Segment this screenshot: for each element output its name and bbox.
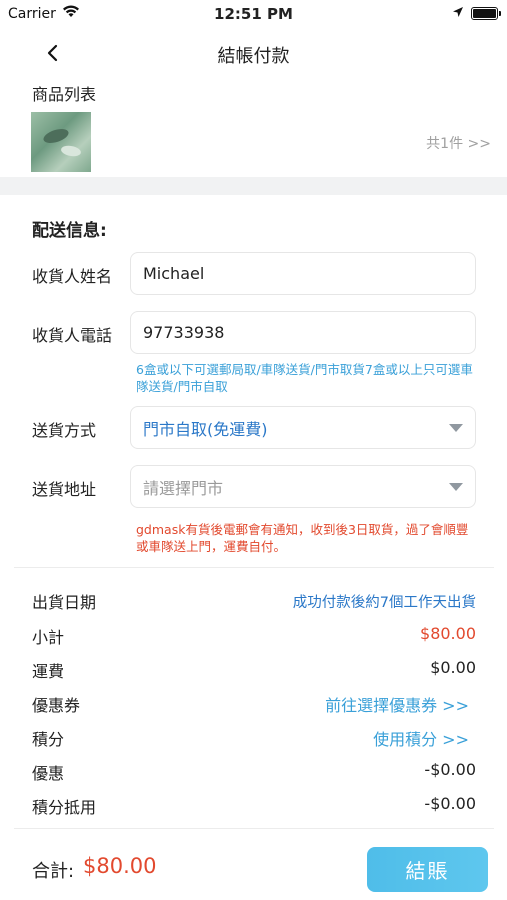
caret-down-icon [449,483,463,491]
discount-value: -$0.00 [424,760,476,779]
battery-tip [499,11,501,16]
discount-label: 優惠 [32,764,65,783]
location-arrow-icon [452,6,464,22]
product-thumbnail[interactable] [31,112,91,172]
section-separator [0,177,507,195]
delivery-method-select[interactable]: 門市自取(免運費) [130,406,476,449]
delivery-method-value: 門市自取(免運費) [143,419,268,439]
checkout-button[interactable]: 結賬 [367,847,488,892]
delivery-method-label: 送貨方式 [32,421,97,440]
shipping-fee-label: 運費 [32,662,65,681]
item-count-link[interactable]: 共1件 >> [426,133,491,153]
ship-date-row: 出貨日期 成功付款後約7個工作天出貨 [0,589,507,613]
thumbnail-shape [41,126,71,146]
thumbnail-shape [60,144,82,158]
delivery-address-placeholder: 請選擇門市 [143,478,224,498]
recipient-phone-label: 收貨人電話 [32,326,113,345]
recipient-phone-field[interactable] [130,311,476,354]
ship-date-label: 出貨日期 [32,593,97,612]
points-offset-row: 積分抵用 -$0.00 [0,794,507,818]
status-bar: Carrier 12:51 PM [0,0,507,30]
page-title: 結帳付款 [217,46,290,67]
caret-down-icon [449,424,463,432]
shipping-fee-value: $0.00 [430,658,476,677]
select-coupon-link[interactable]: 前往選擇優惠券 >> [325,692,469,716]
delivery-address-select[interactable]: 請選擇門市 [130,465,476,508]
nav-bar: 結帳付款 [0,30,507,75]
points-label: 積分 [32,730,65,749]
clock: 12:51 PM [214,5,293,23]
recipient-name-input[interactable] [143,264,475,283]
recipient-name-field[interactable] [130,252,476,295]
subtotal-row: 小計 $80.00 [0,624,507,648]
address-hint: gdmask有貨後電郵會有通知，收到後3日取貨，過了會順豐或車隊送上門，運費自付… [136,522,469,554]
points-row[interactable]: 積分 使用積分 >> [0,726,507,750]
delivery-address-label: 送貨地址 [32,480,97,499]
ship-date-value: 成功付款後約7個工作天出貨 [292,595,476,611]
recipient-name-label: 收貨人姓名 [32,267,113,286]
total-value: $80.00 [83,854,157,878]
checkout-bar: 合計: $80.00 結賬 [0,832,507,900]
coupon-row[interactable]: 優惠券 前往選擇優惠券 >> [0,692,507,716]
use-points-link[interactable]: 使用積分 >> [373,726,469,750]
points-offset-label: 積分抵用 [32,798,97,817]
total-label: 合計: [32,861,75,882]
recipient-phone-input[interactable] [143,323,475,342]
delivery-section-title: 配送信息: [32,221,107,241]
points-offset-value: -$0.00 [424,794,476,813]
subtotal-label: 小計 [32,628,65,647]
battery-icon [471,7,498,20]
shipping-fee-row: 運費 $0.00 [0,658,507,682]
divider [14,567,494,568]
phone-hint: 6盒或以下可選郵局取/車隊送貨/門市取貨7盒或以上只可選車隊送貨/門市自取 [136,362,473,394]
products-label: 商品列表 [32,85,97,104]
coupon-label: 優惠券 [32,696,81,715]
divider [14,828,494,829]
subtotal-value: $80.00 [420,624,476,643]
discount-row: 優惠 -$0.00 [0,760,507,784]
